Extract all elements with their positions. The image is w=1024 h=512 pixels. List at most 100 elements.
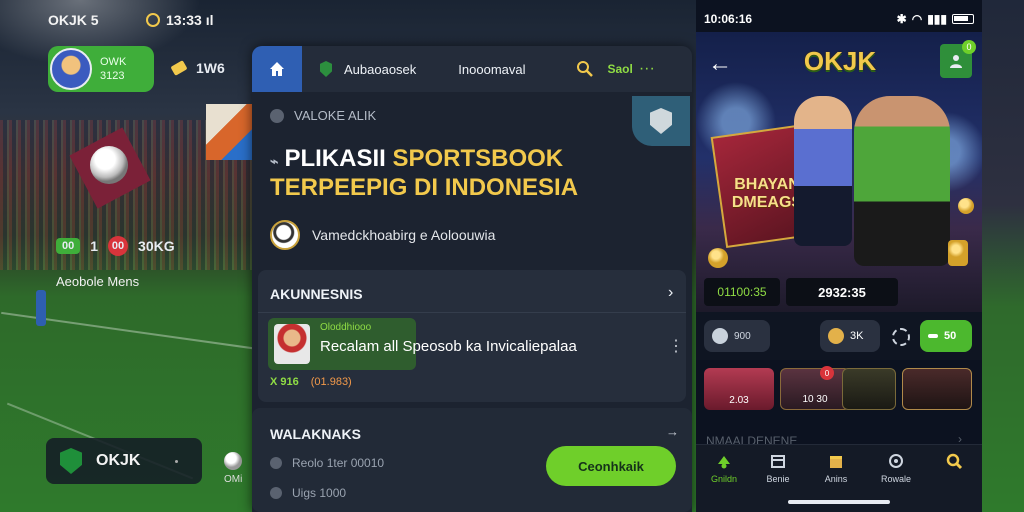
wifi-icon: ◠ [911, 12, 923, 26]
back-arrow-icon[interactable]: ← [708, 50, 732, 78]
search-label[interactable]: Saol [608, 62, 633, 76]
stat-pill: 01100:35 [704, 278, 780, 306]
wallets-card: WALAKNAKS → Reolo 1ter 00010 Uigs 1000 C… [252, 408, 692, 512]
headline-white: PLIKASII [284, 145, 393, 172]
accounts-card: AKUNNESNIS › Oloddhiooo Recalam all Speo… [258, 270, 686, 402]
shield-icon [60, 448, 82, 474]
chip-value: 900 [734, 330, 751, 342]
calendar-icon [771, 455, 785, 468]
score-row: 00 1 00 30KG [56, 236, 175, 256]
signal-icon: ▮▮▮ [927, 12, 947, 26]
headline: ⌁ PLIKASII SPORTSBOOK [270, 144, 563, 176]
tab-label: Benie [766, 474, 790, 484]
game-tile[interactable]: 2.03 [704, 368, 774, 410]
app-logo: OKJK [803, 46, 877, 76]
profile-pill[interactable]: OWK 3123 [48, 46, 154, 92]
meta-value: (01.983) [310, 376, 352, 388]
game-icon [718, 456, 730, 469]
coin-icon [958, 198, 974, 214]
user-icon [950, 55, 962, 68]
tab-home[interactable]: Gnildn [696, 452, 752, 484]
tab-label: Rowale [880, 474, 911, 484]
home-indicator[interactable] [788, 500, 890, 504]
chip-value: 3K [850, 330, 864, 342]
brand-name: OKJK [96, 452, 141, 469]
score-right: 30KG [138, 238, 175, 254]
home-icon [270, 62, 284, 76]
item-tag: Oloddhiooo [320, 322, 372, 333]
arrow-right-icon[interactable]: → [666, 424, 679, 439]
card-title: AKUNNESNIS [270, 286, 363, 302]
phone-status-bar: 10:06:16 ✱ ◠ ▮▮▮ [704, 12, 974, 26]
divider [258, 312, 686, 313]
alarm-icon: ✱ [896, 12, 907, 26]
headline-gold: SPORTSBOOK [392, 145, 564, 172]
coin-chip[interactable]: 3K [820, 320, 880, 352]
kebab-menu-icon[interactable]: ⋮ [668, 336, 684, 356]
battery-icon [952, 14, 974, 24]
game-tile[interactable]: 10 30 [780, 368, 850, 410]
player-figure [794, 96, 852, 246]
profile-name: OWK [100, 56, 127, 68]
mini-label: OMi [224, 474, 243, 485]
meta-x: X 916 [270, 376, 299, 388]
player-figure [854, 96, 950, 266]
search-icon [946, 453, 963, 470]
list-item: Reolo 1ter 00010 [270, 456, 384, 470]
avatar [274, 324, 310, 364]
stat-pill: 2932:35 [786, 278, 898, 306]
coin-icon [708, 248, 728, 268]
main-panel: Aubaoaosek Inooomaval Saol ··· VALOKE AL… [252, 46, 692, 512]
cta-button[interactable]: Ceonhkaik [546, 446, 676, 486]
player-figure [36, 290, 46, 326]
tab-label: Anins [824, 474, 848, 484]
tab-bets[interactable]: Benie [750, 452, 806, 484]
chevron-right-icon[interactable]: › [668, 284, 673, 302]
more-icon[interactable]: ··· [639, 60, 655, 78]
status-carrier: OKJK 5 [48, 12, 99, 28]
game-tile[interactable] [842, 368, 896, 410]
score-mid: 1 [90, 238, 99, 254]
refresh-icon[interactable] [892, 328, 910, 346]
headline-line2: TERPEEPIG DI INDONESIA [270, 174, 579, 201]
notification-badge: 0 [962, 40, 976, 54]
coin-icon [712, 328, 728, 344]
search-icon[interactable] [576, 60, 594, 78]
ticket-counter[interactable]: 1W6 [170, 60, 225, 76]
score-left: 00 [56, 238, 81, 254]
item-title[interactable]: Recalam all Speosob ka Invicaliepalaa [320, 338, 577, 355]
dot-icon [270, 487, 282, 499]
game-tile[interactable] [902, 368, 972, 410]
list-item: Uigs 1000 [270, 486, 346, 500]
avatar [50, 48, 92, 90]
phone-screen: 10:06:16 ✱ ◠ ▮▮▮ ← OKJK 0 BHAYAN DMEAGS … [696, 0, 982, 512]
dot-icon [175, 459, 178, 463]
nav-item[interactable]: Inooomaval [458, 62, 525, 77]
balance-chip[interactable]: 900 [704, 320, 770, 352]
home-button[interactable] [252, 46, 302, 92]
card-title: WALAKNAKS [270, 426, 361, 442]
tab-promos[interactable]: Anins [808, 452, 864, 484]
settings-icon [270, 108, 284, 123]
score-red: 00 [108, 236, 129, 256]
coin-icon [828, 328, 844, 344]
tab-label: Gnildn [710, 474, 737, 484]
soccer-ball-icon[interactable] [224, 452, 242, 470]
nav-item[interactable]: Aubaoaosek [344, 62, 416, 77]
phone-time: 10:06:16 [704, 12, 753, 26]
tagline: Vamedckhoabirg e Aoloouwia [270, 220, 495, 250]
row-text: Reolo 1ter 00010 [292, 456, 385, 470]
brand-pill[interactable]: OKJK [46, 438, 202, 484]
deposit-chip[interactable]: 50 [920, 320, 972, 352]
shield-icon [320, 61, 332, 77]
top-nav: Aubaoaosek Inooomaval Saol ··· [252, 46, 692, 92]
tab-account[interactable]: Rowale [868, 452, 924, 484]
dash-icon: ⌁ [270, 153, 279, 169]
status-icons: ✱ ◠ ▮▮▮ [897, 12, 974, 26]
tagline-text: Vamedckhoabirg e Aoloouwia [312, 227, 496, 243]
match-label: Aeobole Mens [56, 274, 140, 289]
ticket-icon [170, 60, 188, 76]
tab-search[interactable] [926, 452, 982, 474]
profile-sub: 3123 [100, 70, 125, 82]
clock-icon [146, 13, 160, 27]
